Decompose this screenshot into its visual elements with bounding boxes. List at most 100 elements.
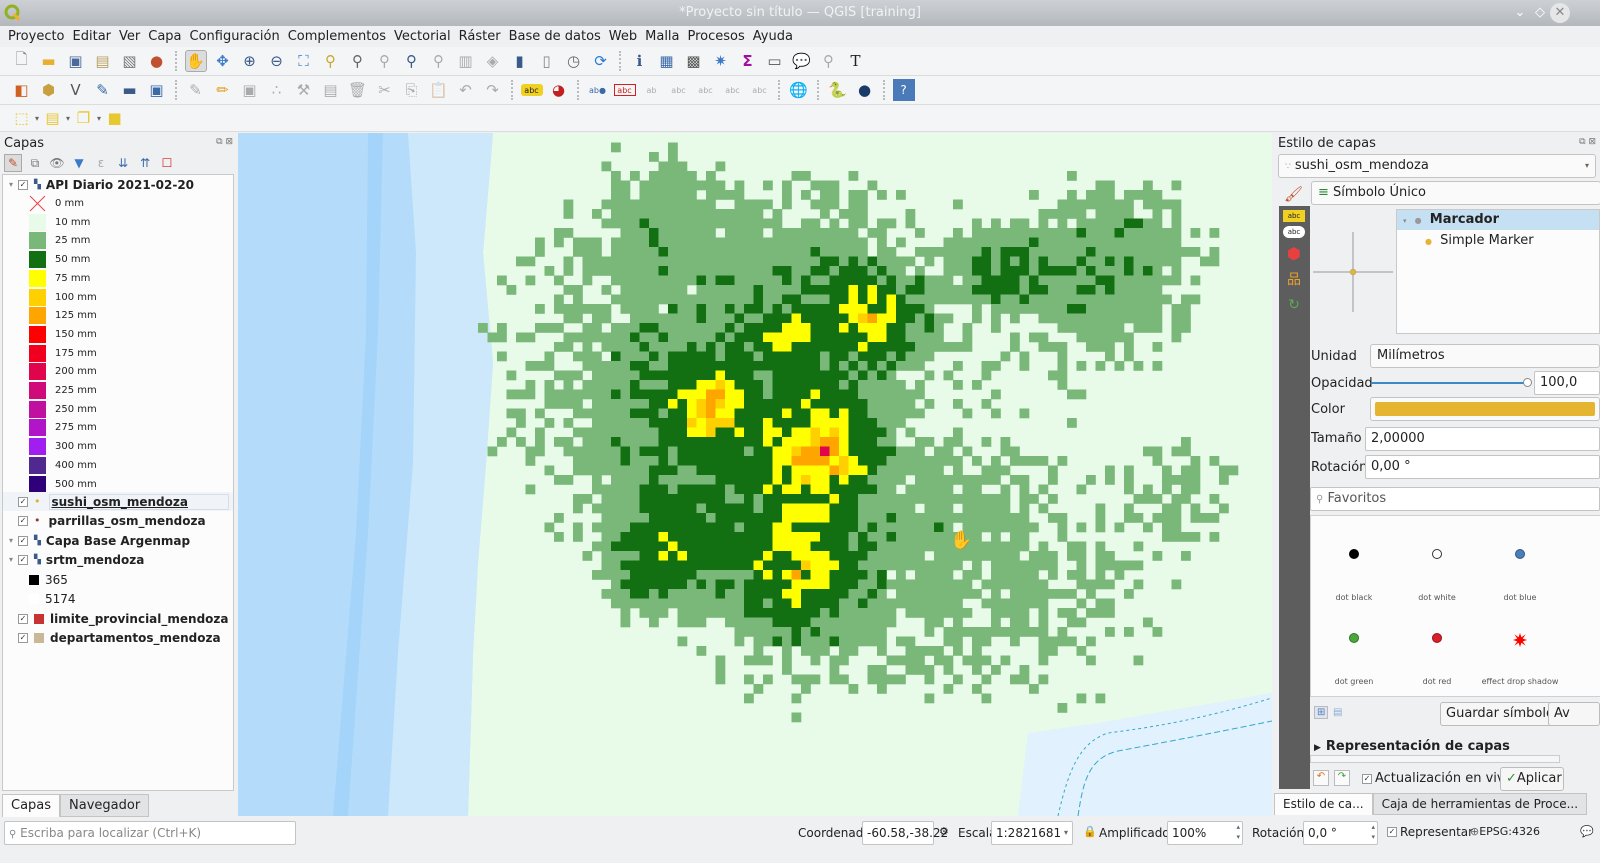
opacity-input[interactable]: 100,0 — [1534, 371, 1600, 395]
maximize-button[interactable]: ◇ — [1530, 3, 1550, 23]
new-spatialite-layer-icon[interactable]: ✎ — [92, 79, 114, 101]
checkbox[interactable]: ✓ — [1362, 773, 1372, 784]
cut-icon[interactable]: ✂ — [374, 79, 396, 101]
layer-visibility-checkbox[interactable]: ✓ — [18, 515, 28, 526]
pan-icon[interactable]: ✋ — [184, 50, 207, 72]
measure-icon[interactable]: ▭ — [764, 50, 786, 72]
layer-item-argenmap[interactable]: ▾ ✓ ▚ Capa Base Argenmap — [3, 531, 233, 550]
menu-raster[interactable]: Ráster — [455, 26, 505, 47]
layer-selector[interactable]: ∵ sushi_osm_mendoza ▾ — [1278, 154, 1596, 178]
close-button[interactable]: ✕ — [1550, 3, 1570, 23]
layout-manager-icon[interactable]: ▧ — [119, 50, 141, 72]
new-project-icon[interactable]: 🗋 — [11, 50, 33, 72]
labels-icon[interactable]: abc — [1283, 210, 1305, 222]
menu-base-de-datos[interactable]: Base de datos — [505, 26, 605, 47]
attribute-table-icon[interactable]: ▦ — [656, 50, 678, 72]
tab-processing-toolbox[interactable]: Caja de herramientas de Proce... — [1372, 793, 1588, 815]
identify-icon[interactable]: ℹ — [629, 50, 651, 72]
favorites-search-input[interactable]: ⚲ Favoritos — [1310, 487, 1600, 511]
crs-button[interactable]: ⊕EPSG:4326 — [1470, 825, 1540, 838]
pan-to-selection-icon[interactable]: ✥ — [212, 50, 234, 72]
zoom-next-icon[interactable]: ⚲ — [428, 50, 450, 72]
zoom-native-icon[interactable]: ⚲ — [374, 50, 396, 72]
rotation-input[interactable]: 0,00 ° — [1365, 455, 1600, 479]
vertex-tool-icon[interactable]: ⚒ — [293, 79, 315, 101]
select-by-value-icon[interactable]: ▤ — [42, 107, 64, 129]
minimize-button[interactable]: ⌄ — [1510, 3, 1530, 23]
deselect-all-icon[interactable]: ❐ — [73, 107, 95, 129]
tab-navegador[interactable]: Navegador — [60, 794, 150, 817]
expand-arrow-icon[interactable]: ▾ — [6, 536, 16, 545]
filter-expression-icon[interactable]: ε — [92, 154, 110, 172]
menu-configuracion[interactable]: Configuración — [186, 26, 284, 47]
layer-item-api-diario[interactable]: ▾ ✓ ▚ API Diario 2021-02-20 — [3, 175, 233, 194]
pin-labels-icon[interactable]: ab● — [587, 79, 609, 101]
lock-scale-icon[interactable]: 🔒 — [1083, 825, 1097, 838]
layer-item-limite-provincial[interactable]: ✓ limite_provincial_mendoza — [3, 609, 233, 628]
favorite-symbol[interactable]: dot green — [1313, 633, 1395, 686]
label-properties-icon[interactable]: abc — [749, 79, 771, 101]
undo-style-icon[interactable]: ↶ — [1313, 770, 1329, 786]
opacity-slider[interactable] — [1371, 382, 1526, 384]
text-annotation-icon[interactable]: T — [845, 50, 867, 72]
new-virtual-layer-icon[interactable]: ▣ — [146, 79, 168, 101]
georeferencer-icon[interactable]: 🌐 — [788, 79, 810, 101]
highlight-labels-icon[interactable]: abc — [613, 84, 636, 96]
color-button[interactable] — [1370, 397, 1600, 421]
map-canvas[interactable]: ✋ — [238, 133, 1272, 816]
layer-visibility-checkbox[interactable]: ✓ — [18, 613, 28, 624]
add-feature-icon[interactable]: ∴ — [266, 79, 288, 101]
layer-visibility-checkbox[interactable]: ✓ — [18, 496, 28, 507]
redo-style-icon[interactable]: ↷ — [1334, 770, 1350, 786]
layer-visibility-checkbox[interactable]: ✓ — [18, 554, 28, 565]
advanced-button[interactable]: Av — [1548, 702, 1600, 726]
expand-arrow-icon[interactable]: ▾ — [6, 555, 16, 564]
rotate-label-icon[interactable]: abc — [695, 79, 717, 101]
refresh-icon[interactable]: ⟳ — [590, 50, 612, 72]
messages-icon[interactable]: 💬 — [1580, 825, 1594, 838]
menu-ver[interactable]: Ver — [115, 26, 144, 47]
toggle-editing-icon[interactable]: ✏ — [212, 79, 234, 101]
diagrams-icon[interactable]: 品 — [1283, 268, 1305, 290]
coordinate-input[interactable]: -60.58,-38.22 — [862, 821, 948, 845]
show-bookmarks-icon[interactable]: ▯ — [536, 50, 558, 72]
3d-view-icon[interactable]: ⬢ — [1283, 242, 1305, 264]
map-tips-icon[interactable]: 💬 — [791, 50, 813, 72]
manage-visibility-icon[interactable]: 👁 — [48, 154, 66, 172]
apply-button[interactable]: ✓Aplicar — [1500, 767, 1564, 791]
menu-procesos[interactable]: Procesos — [684, 26, 749, 47]
spinbox-arrows-icon[interactable]: ▴ ▾ — [1371, 822, 1375, 842]
globe-icon[interactable]: ● — [854, 79, 876, 101]
dock-buttons[interactable]: ⧉ ⊠ — [1579, 137, 1596, 147]
menu-complementos[interactable]: Complementos — [284, 26, 390, 47]
list-view-icon[interactable]: ▤ — [1333, 707, 1342, 718]
python-console-icon[interactable]: 🐍 — [827, 79, 849, 101]
unit-selector[interactable]: Milímetros — [1370, 344, 1600, 368]
new-shapefile-layer-icon[interactable]: V — [65, 79, 87, 101]
show-hide-labels-icon[interactable]: abc — [668, 79, 690, 101]
save-symbol-button[interactable]: Guardar símbolo — [1440, 702, 1560, 726]
new-map-view-icon[interactable]: ▥ — [455, 50, 477, 72]
remove-layer-icon[interactable]: ☐ — [158, 154, 176, 172]
layer-item-parrillas[interactable]: ✓ • parrillas_osm_mendoza — [3, 511, 233, 530]
masks-icon[interactable]: abc — [1283, 226, 1305, 238]
tab-capas[interactable]: Capas — [2, 794, 61, 817]
add-group-icon[interactable]: ⧉ — [26, 154, 44, 172]
delete-selected-icon[interactable]: 🗑 — [347, 79, 369, 101]
collapse-all-icon[interactable]: ⇈ — [136, 154, 154, 172]
open-styling-icon[interactable]: ✎ — [4, 154, 22, 172]
symbology-brush-icon[interactable]: 🖌 — [1284, 185, 1303, 203]
favorite-symbol[interactable]: effect drop shadow — [1479, 633, 1561, 686]
opacity-slider-handle[interactable] — [1523, 378, 1532, 387]
locate-icon[interactable]: ⚲ — [818, 50, 840, 72]
menu-editar[interactable]: Editar — [69, 26, 116, 47]
magnifier-input[interactable]: 100% ▴ ▾ — [1167, 821, 1243, 845]
menu-malla[interactable]: Malla — [641, 26, 683, 47]
scale-combo[interactable]: 1:2821681 ▾ — [991, 821, 1073, 845]
new-print-layout-icon[interactable]: ▤ — [92, 50, 114, 72]
layer-item-srtm[interactable]: ▾ ✓ ▚ srtm_mendoza — [3, 550, 233, 569]
paste-icon[interactable]: 📋 — [428, 79, 450, 101]
menu-web[interactable]: Web — [605, 26, 641, 47]
new-bookmark-icon[interactable]: ▮ — [509, 50, 531, 72]
field-calculator-icon[interactable]: ▩ — [683, 50, 705, 72]
